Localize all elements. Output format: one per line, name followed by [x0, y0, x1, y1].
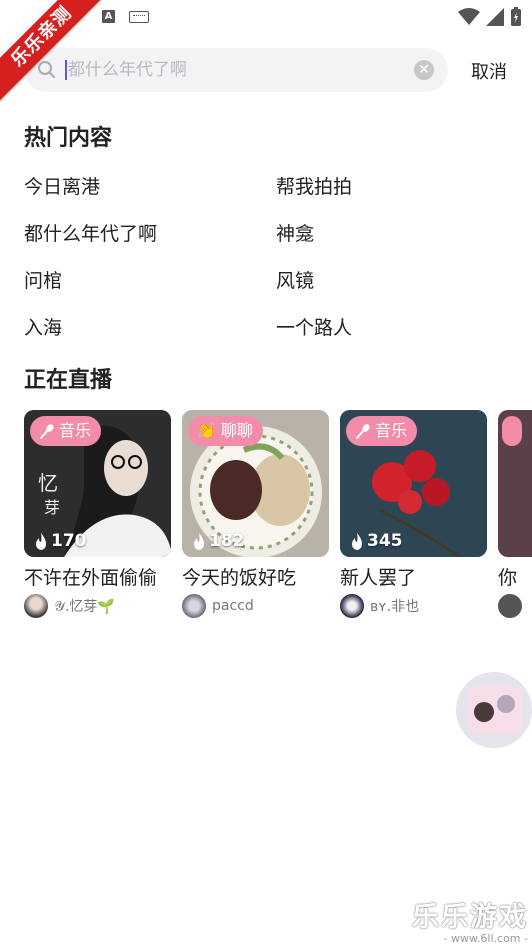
- live-thumbnail: 👏 聊聊 182: [182, 410, 329, 557]
- flame-icon: [352, 532, 362, 550]
- hot-item[interactable]: 一个路人: [276, 313, 352, 340]
- watermark-title: 乐乐游戏: [412, 902, 528, 933]
- category-tag: 音乐: [346, 416, 418, 446]
- search-icon: [38, 61, 55, 78]
- search-box[interactable]: ✕: [24, 48, 448, 92]
- live-title: 不许在外面偷偷: [24, 567, 158, 589]
- avatar: [498, 594, 522, 618]
- live-title: 新人罢了: [340, 567, 417, 589]
- category-label: 音乐: [375, 421, 408, 440]
- floating-live-button[interactable]: [456, 672, 532, 748]
- hot-item[interactable]: 入海: [24, 313, 62, 340]
- host-row: ʙʏ.非也: [340, 594, 487, 618]
- live-card[interactable]: 你: [498, 410, 532, 618]
- notification-a-icon: A: [102, 10, 115, 23]
- host-name: ʙʏ.非也: [370, 599, 420, 615]
- cancel-button[interactable]: 取消: [471, 58, 507, 84]
- live-thumbnail: 忆 芽 音乐 170: [24, 410, 171, 557]
- hot-item[interactable]: 风镜: [276, 266, 314, 293]
- search-input[interactable]: [68, 48, 408, 92]
- hot-item[interactable]: 问棺: [24, 266, 62, 293]
- watermark: 乐乐游戏 - www.6ll.com -: [412, 895, 528, 945]
- avatar: [340, 594, 364, 618]
- microphone-icon: [356, 424, 370, 439]
- live-title: 你: [498, 567, 518, 589]
- live-card[interactable]: 忆 芽 音乐 170 不许在外面偷偷 𝒴.忆芽🌱: [24, 410, 171, 618]
- clapping-hands-icon: 👏: [197, 421, 217, 440]
- live-title: 今天的饭好吃: [182, 567, 297, 589]
- battery-icon: [511, 7, 521, 26]
- host-row: [498, 594, 532, 618]
- status-system-icons: [458, 7, 522, 27]
- flame-icon: [36, 532, 46, 550]
- viewer-count: 170: [34, 531, 87, 551]
- wifi-icon: [458, 8, 480, 25]
- hot-item[interactable]: 帮我拍拍: [276, 172, 352, 199]
- viewer-number: 182: [209, 531, 245, 551]
- category-label: 聊聊: [220, 421, 253, 440]
- hot-item[interactable]: 都什么年代了啊: [24, 219, 157, 246]
- live-thumbnail: [498, 410, 532, 557]
- host-row: 𝒴.忆芽🌱: [24, 594, 171, 618]
- svg-text:芽: 芽: [44, 498, 60, 517]
- category-tag: 音乐: [30, 416, 102, 446]
- viewer-count: 182: [192, 531, 245, 551]
- live-thumbnail: 音乐 345: [340, 410, 487, 557]
- hot-item[interactable]: 神龛: [276, 219, 314, 246]
- microphone-icon: [40, 424, 54, 439]
- live-card[interactable]: 音乐 345 新人罢了 ʙʏ.非也: [340, 410, 487, 618]
- clear-icon[interactable]: ✕: [414, 60, 434, 80]
- keyboard-icon: [129, 10, 149, 23]
- status-notifications: A: [102, 10, 149, 23]
- svg-text:忆: 忆: [38, 471, 58, 495]
- viewer-count: 345: [350, 531, 403, 551]
- live-card-list: 忆 芽 音乐 170 不许在外面偷偷 𝒴.忆芽🌱 👏 聊聊 182 今天的饭好吃…: [24, 410, 532, 630]
- category-tag: 👏 聊聊: [188, 416, 263, 446]
- text-cursor: [65, 60, 67, 80]
- live-section-title: 正在直播: [24, 368, 113, 393]
- avatar: [24, 594, 48, 618]
- host-row: paccd: [182, 594, 329, 618]
- floating-thumbnail: [456, 672, 532, 748]
- viewer-number: 345: [367, 531, 403, 551]
- hot-item[interactable]: 今日离港: [24, 172, 100, 199]
- host-name: 𝒴.忆芽🌱: [54, 599, 115, 615]
- avatar: [182, 594, 206, 618]
- viewer-number: 170: [51, 531, 87, 551]
- category-label: 音乐: [59, 421, 92, 440]
- live-card[interactable]: 👏 聊聊 182 今天的饭好吃 paccd: [182, 410, 329, 618]
- hot-section-title: 热门内容: [24, 126, 113, 151]
- signal-icon: [486, 8, 504, 26]
- flame-icon: [194, 532, 204, 550]
- host-name: paccd: [212, 598, 254, 614]
